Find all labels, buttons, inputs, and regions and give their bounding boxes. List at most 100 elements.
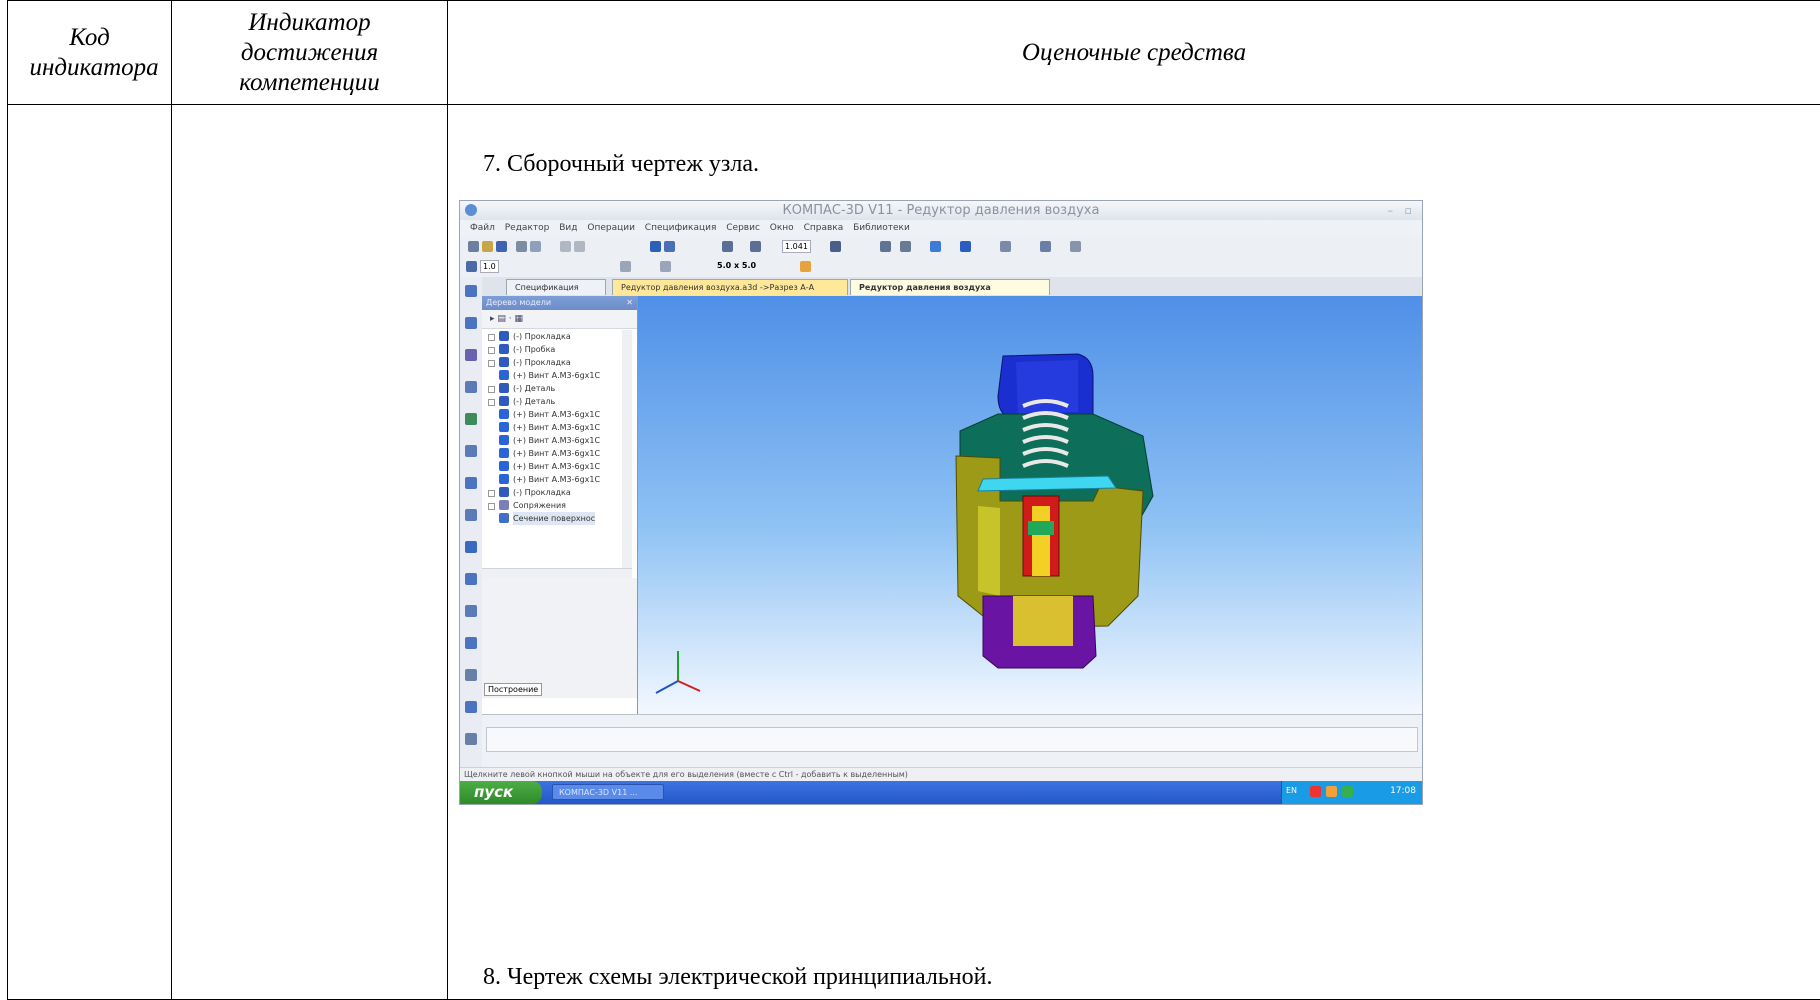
status-line: Щелкните левой кнопкой мыши на объекте д… [460, 767, 1422, 781]
spec-icon [465, 509, 477, 521]
antivirus-icon[interactable] [1310, 786, 1321, 797]
properties-field[interactable] [486, 727, 1418, 752]
menu-bar: Файл Редактор Вид Операции Спецификация … [460, 220, 1422, 237]
body-highlight [978, 506, 1000, 596]
zoom-value: 1.041 [782, 240, 811, 253]
menu-item-editor: Редактор [505, 223, 550, 233]
surface-icon [465, 669, 477, 681]
grid-step-field: 5.0 x 5.0 [715, 260, 758, 271]
list-item[interactable]: (+) Винт А.М3-6gx1С [482, 434, 622, 447]
list-item[interactable]: (+) Винт А.М3-6gx1С [482, 369, 622, 382]
tree-tab-construction[interactable]: Построение [484, 683, 542, 696]
filter-icon [1000, 241, 1011, 252]
dimensions-icon [465, 317, 477, 329]
list-item[interactable]: (-) Прокладка [482, 356, 622, 369]
compact-panel [460, 277, 483, 767]
menu-item-service: Сервис [726, 223, 760, 233]
properties-icon [1070, 241, 1081, 252]
header-assessment-tools: Оценочные средства [448, 1, 1820, 105]
cell-indicator-achievement [172, 105, 448, 1000]
coordinate-axes [656, 651, 700, 693]
table-header-row: Код индикатора Индикатор достижения комп… [8, 1, 1820, 105]
list-item[interactable]: (+) Винт А.М3-6gx1С [482, 473, 622, 486]
model-tree-panel: Дерево модели ✕ ▸ ▤ · ▦ (-) Прокладка (-… [482, 296, 638, 714]
library-icon [465, 605, 477, 617]
kompas-logo-icon [465, 204, 477, 216]
measure-icon [465, 445, 477, 457]
orthogonal-icon [800, 261, 811, 272]
list-item[interactable]: (-) Прокладка [482, 486, 622, 499]
window-titlebar: КОМПАС-3D V11 - Редуктор давления воздух… [460, 201, 1422, 220]
taskbar-item-kompas[interactable]: КОМПАС-3D V11 ... [552, 784, 664, 800]
tab-section-view[interactable]: Редуктор давления воздуха.a3d ->Разрез А… [612, 279, 848, 295]
properties-panel [482, 714, 1422, 768]
assembly-icon [465, 637, 477, 649]
geometry-icon [465, 285, 477, 297]
assembly-model [638, 296, 1422, 714]
current-state-toolbar: 1.0 5.0 x 5.0 [460, 257, 1422, 278]
threaded-insert [1013, 596, 1073, 646]
start-button[interactable]: пуск [460, 781, 542, 804]
network-icon[interactable] [1326, 786, 1337, 797]
list-item[interactable]: (+) Винт А.М3-6gx1С [482, 421, 622, 434]
header-indicator-achievement: Индикатор достижения компетенции [172, 1, 448, 105]
shaded-icon [930, 241, 941, 252]
volume-icon[interactable] [1342, 786, 1353, 797]
tab-specification[interactable]: Спецификация [506, 279, 606, 295]
array-icon [465, 701, 477, 713]
layer-icon [620, 261, 631, 272]
menu-item-specification: Спецификация [645, 223, 717, 233]
kompas-screenshot: КОМПАС-3D V11 - Редуктор давления воздух… [459, 200, 1423, 805]
perspective-icon [960, 241, 971, 252]
parametrization-icon [465, 413, 477, 425]
clock: 17:08 [1390, 786, 1416, 796]
open-icon [482, 241, 493, 252]
taskbar: пуск КОМПАС-3D V11 ... EN 17:08 [460, 781, 1422, 804]
language-indicator[interactable]: EN [1286, 786, 1297, 795]
aux-geometry-icon [465, 733, 477, 745]
cut-icon [560, 241, 571, 252]
document-tabs: Спецификация Редуктор давления воздуха.a… [482, 277, 1422, 296]
model-tree-title: Дерево модели ✕ [482, 296, 637, 310]
close-icon[interactable]: ✕ [626, 296, 633, 310]
wireframe-icon [900, 241, 911, 252]
zoom-icon [722, 241, 733, 252]
valve-seal [1028, 521, 1054, 535]
list-item[interactable]: (+) Винт А.М3-6gx1С [482, 408, 622, 421]
system-tray: EN 17:08 [1281, 781, 1422, 804]
manager-icon [650, 241, 661, 252]
list-item[interactable]: (-) Деталь [482, 382, 622, 395]
save-icon [496, 241, 507, 252]
menu-item-help: Справка [804, 223, 844, 233]
cell-indicator-code [8, 105, 172, 1000]
snap-icon [660, 261, 671, 272]
zoom-in-icon [750, 241, 761, 252]
list-item[interactable]: (+) Винт А.М3-6gx1С [482, 460, 622, 473]
list-item[interactable]: Сечение поверхнос [482, 512, 622, 525]
notation-icon [465, 349, 477, 361]
header-line: компетенции [172, 68, 447, 98]
valve-core [1032, 506, 1050, 576]
list-item[interactable]: (-) Прокладка [482, 330, 622, 343]
header-indicator-code: Код индикатора [8, 1, 172, 105]
document-page: Код индикатора Индикатор достижения комп… [0, 0, 1820, 998]
list-item[interactable]: Сопряжения [482, 499, 622, 512]
window-controls: – ▫ [1388, 201, 1416, 220]
insert-icon [465, 573, 477, 585]
list-item[interactable]: (+) Винт А.М3-6gx1С [482, 447, 622, 460]
print-icon [516, 241, 527, 252]
tree-scrollbar[interactable] [622, 330, 632, 568]
header-line: Индикатор [172, 8, 447, 38]
reports-icon [465, 541, 477, 553]
standard-toolbar: 1.041 [460, 237, 1422, 258]
model-viewport[interactable] [638, 296, 1422, 714]
list-item[interactable]: (-) Деталь [482, 395, 622, 408]
item-assembly-drawing: 7. Сборочный чертеж узла. [483, 151, 759, 178]
menu-item-window: Окно [770, 223, 794, 233]
preview-icon [530, 241, 541, 252]
pan-icon [830, 241, 841, 252]
window-title: КОМПАС-3D V11 - Редуктор давления воздух… [783, 203, 1100, 218]
tab-assembly[interactable]: Редуктор давления воздуха [850, 279, 1050, 295]
list-item[interactable]: (-) Пробка [482, 343, 622, 356]
variables-icon [664, 241, 675, 252]
